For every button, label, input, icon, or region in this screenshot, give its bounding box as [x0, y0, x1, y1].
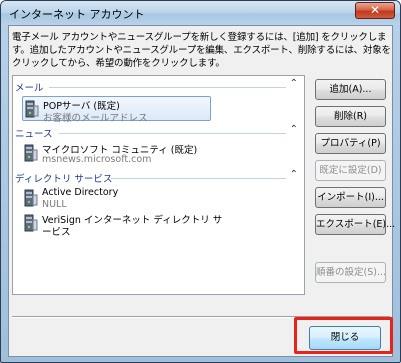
group-label: メール	[15, 83, 44, 94]
group-header-directory[interactable]: ディレクトリ サービス ⌃	[15, 169, 300, 185]
account-detail: お客様のメールアドレス	[43, 113, 148, 124]
dialog-client-area: 電子メール アカウントやニュースグループを新しく登録するには、[追加] をクリッ…	[8, 25, 395, 357]
instructions-text: 電子メール アカウントやニュースグループを新しく登録するには、[追加] をクリッ…	[12, 32, 391, 69]
server-icon	[24, 144, 38, 162]
collapse-chevron-icon[interactable]: ⌃	[290, 78, 298, 89]
export-button[interactable]: エクスポート(E)...	[315, 214, 395, 235]
collapse-chevron-icon[interactable]: ⌃	[290, 124, 298, 135]
close-icon: ✕	[369, 3, 381, 17]
group-label: ニュース	[15, 129, 53, 140]
footer-separator	[12, 316, 390, 318]
account-detail: NULL	[42, 199, 67, 210]
group-divider	[111, 178, 286, 179]
account-name: Active Directory	[42, 187, 119, 198]
group-header-mail[interactable]: メール ⌃	[15, 78, 300, 94]
account-item-news[interactable]: マイクロソフト コミュニティ (既定) msnews.microsoft.com	[22, 141, 211, 166]
order-settings-button[interactable]: 順番の設定(S)...	[315, 262, 386, 283]
account-item-verisign[interactable]: VeriSign インターネット ディレクトリ サ ービス	[22, 211, 222, 238]
import-button[interactable]: インポート(I)...	[315, 187, 386, 208]
close-button[interactable]: 閉じる	[309, 326, 381, 350]
add-button[interactable]: 追加(A)...	[315, 79, 386, 100]
remove-button[interactable]: 削除(R)	[315, 106, 386, 127]
group-divider	[59, 133, 286, 134]
account-item-pop[interactable]: POPサーバ (既定) お客様のメールアドレス	[22, 96, 211, 124]
group-header-news[interactable]: ニュース ⌃	[15, 124, 300, 140]
account-detail: ービス	[42, 227, 71, 238]
window-close-button[interactable]: ✕	[355, 2, 395, 19]
window-title: インターネット アカウント	[9, 8, 145, 21]
group-label: ディレクトリ サービス	[15, 174, 113, 185]
title-bar[interactable]: インターネット アカウント ✕	[1, 1, 400, 25]
server-icon	[24, 214, 38, 232]
server-icon	[25, 100, 39, 118]
collapse-chevron-icon[interactable]: ⌃	[290, 169, 298, 180]
dialog-window: インターネット アカウント ✕ 電子メール アカウントやニュースグループを新しく…	[0, 0, 401, 363]
server-icon	[24, 189, 38, 207]
accounts-list[interactable]: メール ⌃ POPサーバ (既定) お客様のメールアドレス ニュース ⌃ マイク…	[12, 75, 305, 295]
account-detail: msnews.microsoft.com	[42, 154, 152, 165]
account-item-active-directory[interactable]: Active Directory NULL	[22, 186, 211, 211]
properties-button[interactable]: プロパティ(P)	[315, 133, 386, 154]
set-default-button[interactable]: 既定に設定(D)	[315, 160, 386, 181]
group-divider	[49, 87, 286, 88]
